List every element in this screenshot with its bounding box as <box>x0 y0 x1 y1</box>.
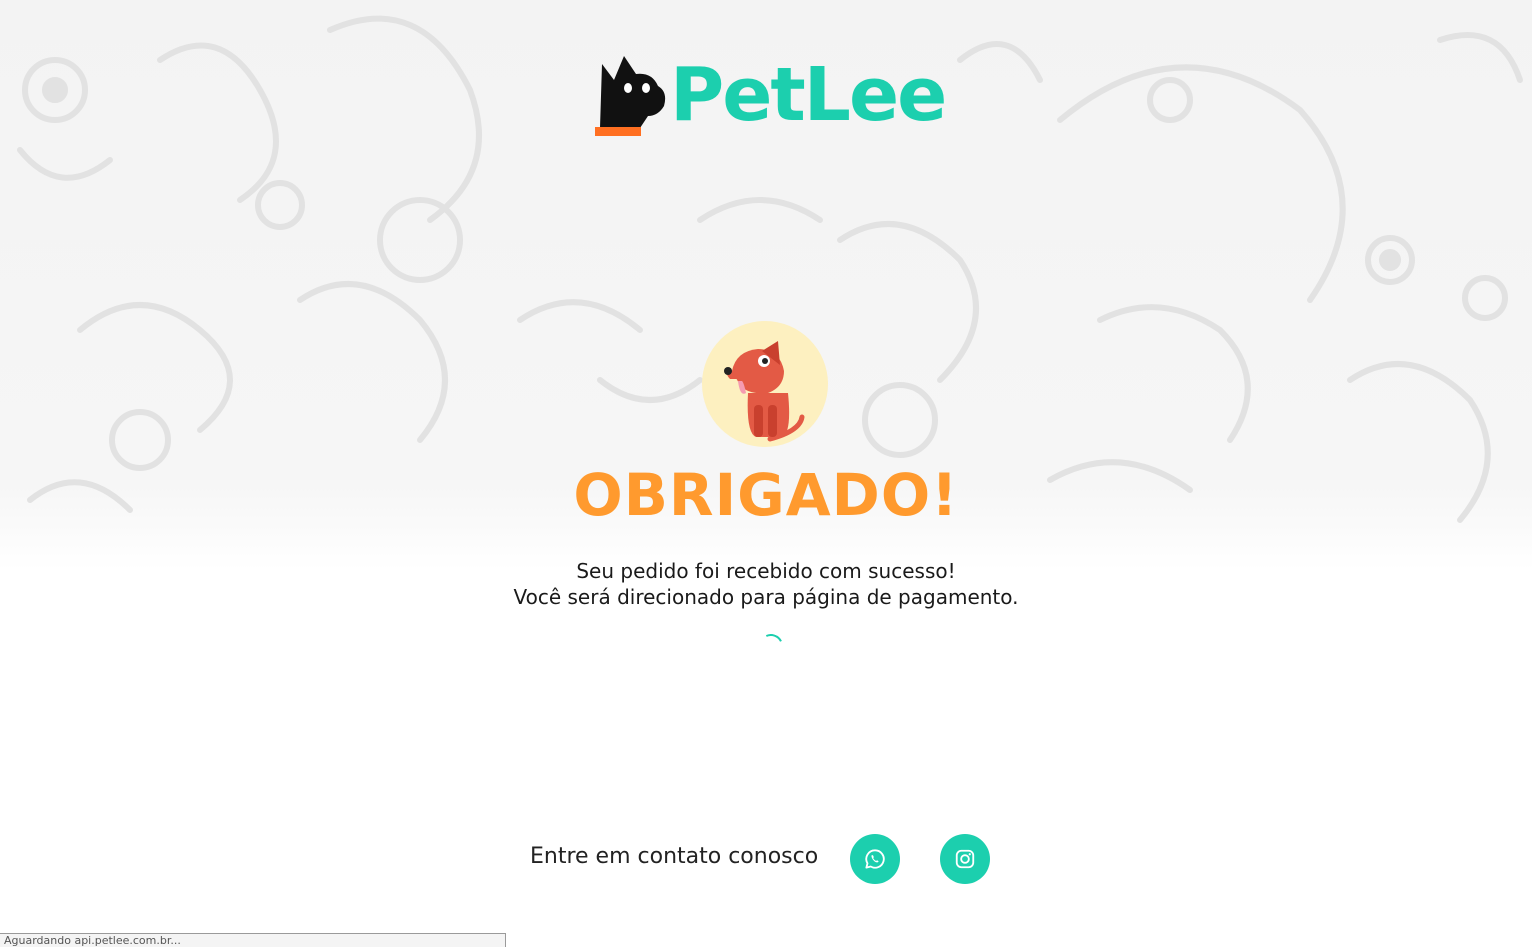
order-received-message: Seu pedido foi recebido com sucesso! <box>576 559 956 583</box>
petlee-logo[interactable]: PetLee <box>592 50 947 140</box>
logo-dog-icon <box>595 56 666 136</box>
whatsapp-icon <box>865 849 885 869</box>
contact-label: Entre em contato conosco <box>530 844 819 869</box>
instagram-icon <box>955 849 975 869</box>
whatsapp-button[interactable] <box>850 834 900 884</box>
loading-spinner-icon <box>755 630 787 662</box>
instagram-button[interactable] <box>940 834 990 884</box>
dog-illustration <box>702 321 828 447</box>
redirect-message: Você será direcionado para página de pag… <box>513 585 1019 609</box>
thank-you-heading: OBRIGADO! <box>573 461 959 529</box>
logo-wordmark: PetLee <box>670 52 947 138</box>
